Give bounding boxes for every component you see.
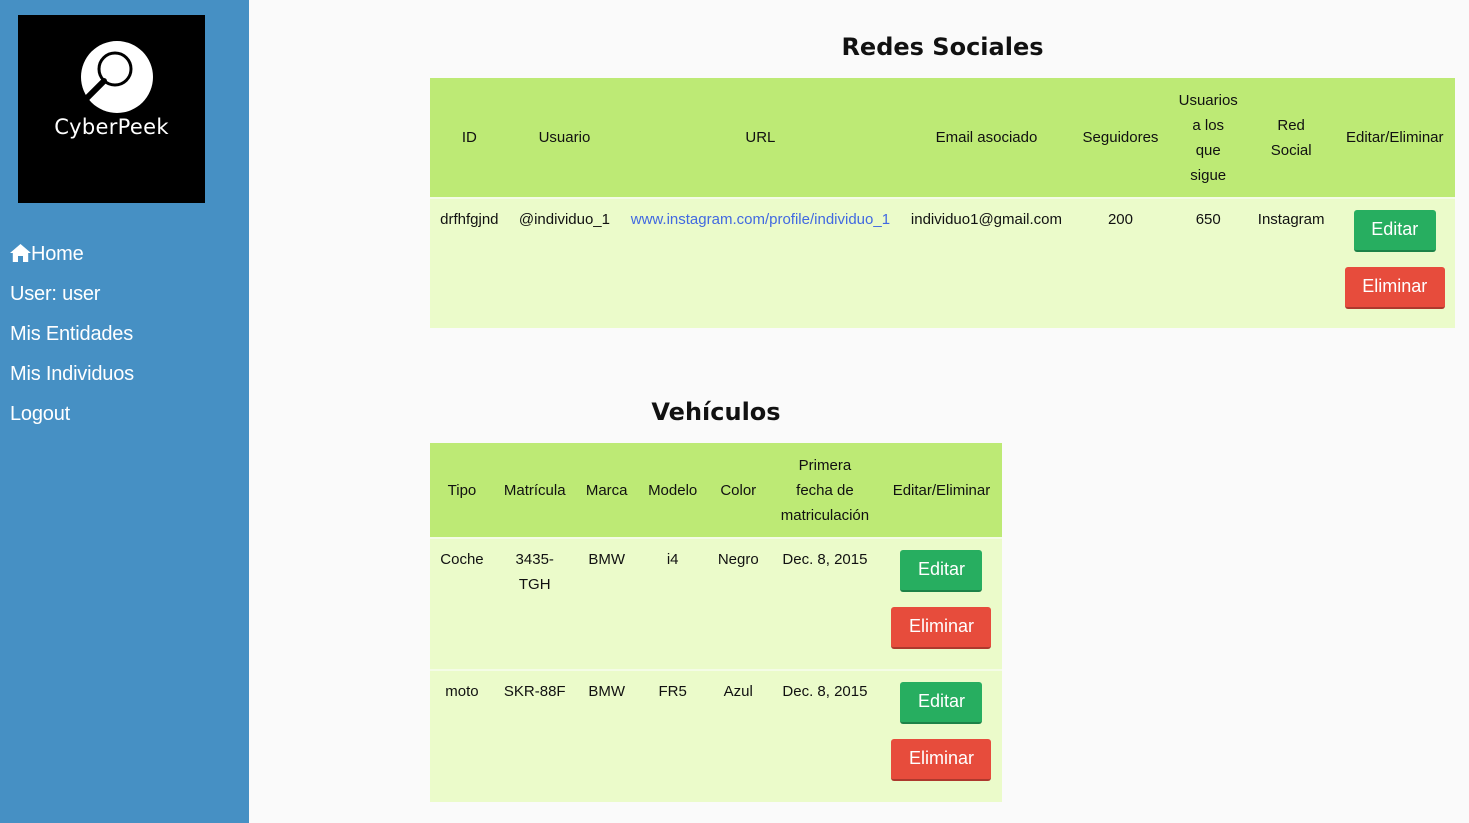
- cell-color: Negro: [707, 537, 769, 670]
- logo-text: CyberPeek: [54, 115, 169, 139]
- cell-tipo: moto: [430, 669, 494, 802]
- cell-red-social: Instagram: [1247, 197, 1335, 328]
- col-acciones: Editar/Eliminar: [880, 443, 1002, 538]
- table-header-row: ID Usuario URL Email asociado Seguidores…: [430, 78, 1455, 198]
- col-seguidores: Seguidores: [1072, 78, 1169, 198]
- col-email: Email asociado: [900, 78, 1073, 198]
- cell-modelo: FR5: [637, 669, 708, 802]
- cell-seguidores: 200: [1072, 197, 1169, 328]
- delete-button[interactable]: Eliminar: [1344, 267, 1445, 309]
- nav-home-label: Home: [31, 243, 84, 265]
- delete-button[interactable]: Eliminar: [891, 739, 992, 781]
- nav-mis-entidades[interactable]: Mis Entidades: [10, 319, 134, 359]
- nav-logout[interactable]: Logout: [10, 399, 134, 439]
- cell-siguiendo: 650: [1168, 197, 1248, 328]
- nav-home[interactable]: Home: [10, 239, 134, 279]
- social-title: Redes Sociales: [841, 33, 1044, 61]
- delete-button[interactable]: Eliminar: [891, 607, 992, 649]
- cell-color: Azul: [707, 669, 769, 802]
- col-siguiendo: Usuarios a los que sigue: [1168, 78, 1248, 198]
- table-header-row: Tipo Matrícula Marca Modelo Color Primer…: [430, 443, 1002, 538]
- col-acciones: Editar/Eliminar: [1334, 78, 1455, 198]
- col-url: URL: [620, 78, 901, 198]
- edit-button[interactable]: Editar: [1353, 210, 1436, 252]
- cell-fecha: Dec. 8, 2015: [768, 669, 881, 802]
- cell-marca: BMW: [575, 537, 638, 670]
- col-matricula: Matrícula: [493, 443, 576, 538]
- vehicles-table: Tipo Matrícula Marca Modelo Color Primer…: [430, 443, 1002, 802]
- col-red-social: Red Social: [1247, 78, 1335, 198]
- nav-mis-individuos[interactable]: Mis Individuos: [10, 359, 134, 399]
- cell-matricula: SKR-88F: [493, 669, 576, 802]
- cell-acciones: Editar Eliminar: [1334, 197, 1455, 328]
- cell-id: drfhfgjnd: [430, 197, 509, 328]
- col-tipo: Tipo: [430, 443, 494, 538]
- col-color: Color: [707, 443, 769, 538]
- edit-button[interactable]: Editar: [900, 682, 983, 724]
- vehicles-title: Vehículos: [651, 398, 781, 426]
- social-table: ID Usuario URL Email asociado Seguidores…: [430, 78, 1455, 328]
- cell-matricula: 3435-TGH: [493, 537, 576, 670]
- cell-acciones: Editar Eliminar: [880, 537, 1002, 670]
- cell-tipo: Coche: [430, 537, 494, 670]
- logo[interactable]: CyberPeek: [18, 15, 205, 203]
- table-row: drfhfgjnd @individuo_1 www.instagram.com…: [430, 197, 1455, 328]
- col-modelo: Modelo: [637, 443, 708, 538]
- table-row: moto SKR-88F BMW FR5 Azul Dec. 8, 2015 E…: [430, 669, 1002, 802]
- table-row: Coche 3435-TGH BMW i4 Negro Dec. 8, 2015…: [430, 537, 1002, 670]
- cell-url: www.instagram.com/profile/individuo_1: [620, 197, 901, 328]
- nav-user[interactable]: User: user: [10, 279, 134, 319]
- col-usuario: Usuario: [508, 78, 621, 198]
- profile-link[interactable]: www.instagram.com/profile/individuo_1: [631, 211, 890, 228]
- sidebar-nav: Home User: user Mis Entidades Mis Indivi…: [10, 239, 134, 439]
- cell-modelo: i4: [637, 537, 708, 670]
- home-icon: [10, 244, 31, 262]
- cell-email: individuo1@gmail.com: [900, 197, 1073, 328]
- edit-button[interactable]: Editar: [900, 550, 983, 592]
- sidebar: CyberPeek Home User: user Mis Entidades …: [0, 0, 249, 823]
- col-fecha: Primera fecha de matriculación: [768, 443, 881, 538]
- col-id: ID: [430, 78, 509, 198]
- cell-marca: BMW: [575, 669, 638, 802]
- cell-usuario: @individuo_1: [508, 197, 621, 328]
- magnifier-icon: [71, 41, 153, 114]
- cell-acciones: Editar Eliminar: [880, 669, 1002, 802]
- cell-fecha: Dec. 8, 2015: [768, 537, 881, 670]
- col-marca: Marca: [575, 443, 638, 538]
